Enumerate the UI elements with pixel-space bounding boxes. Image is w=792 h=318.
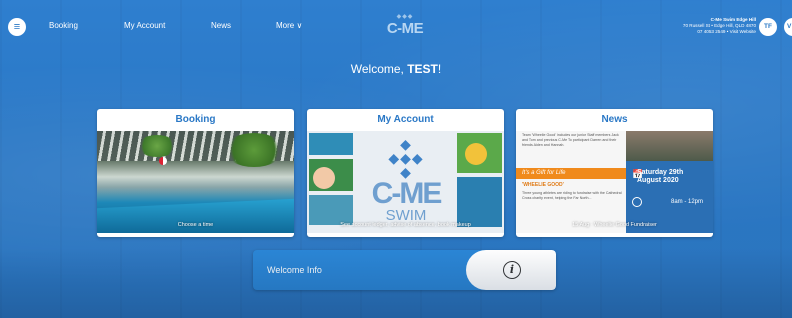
nav-my-account[interactable]: My Account [124, 21, 165, 30]
booking-card-caption: Choose a time [177, 222, 214, 228]
news-image: Team 'Wheelie Good' includes our junior … [516, 131, 713, 233]
flyer-heading: 'WHEELIE GOOD' [522, 182, 564, 188]
news-card-caption: 15 Aug · Wheelie Good Fundraiser [572, 222, 657, 228]
nav-booking[interactable]: Booking [49, 21, 78, 30]
nav-more[interactable]: More ∨ [276, 21, 302, 30]
flyer-banner: It's a Gift for Life [516, 168, 626, 179]
my-account-card[interactable]: My Account ◆ ◆◆◆ ◆ C-ME SWIM See account l… [307, 109, 504, 237]
booking-card[interactable]: Booking Choose a time [97, 109, 294, 237]
news-card-title: News [601, 114, 628, 125]
cme-logo: ◆ ◆◆◆ ◆ C-ME SWIM [371, 136, 443, 224]
hamburger-icon[interactable]: ≡ [8, 18, 26, 36]
cyclists-photo [626, 131, 713, 161]
welcome-message: Welcome, TEST! [350, 62, 442, 76]
flyer-date: Saturday 29th August 2020 [637, 169, 684, 184]
welcome-info-panel[interactable]: Welcome Info i [253, 250, 556, 290]
flyer-body: Three young athletes are riding to fundr… [522, 191, 622, 200]
user-avatar[interactable]: TF [759, 18, 777, 36]
flyer-intro: Team 'Wheelie Good' includes our junior … [522, 133, 619, 147]
my-account-image: ◆ ◆◆◆ ◆ C-ME SWIM See account ledger, advi… [307, 131, 504, 233]
school-info: C-Me Swim Edge Hill 70 Russell St • Edge… [683, 17, 756, 35]
flag-icon [159, 157, 167, 165]
my-account-card-caption: See account ledger, advise of absence, b… [340, 222, 471, 228]
welcome-info-label: Welcome Info [267, 265, 322, 275]
welcome-info-icon-pane[interactable]: i [466, 250, 556, 290]
second-avatar[interactable]: V [784, 18, 792, 36]
news-card[interactable]: News Team 'Wheelie Good' includes our ju… [516, 109, 713, 237]
clock-icon [632, 197, 642, 207]
booking-image: Choose a time [97, 131, 294, 233]
user-name: TEST [407, 62, 438, 76]
logo[interactable]: ◆◆◆ C-ME [385, 14, 425, 44]
top-navbar: ≡ Booking My Account News More ∨ ◆◆◆ C-M… [0, 0, 792, 52]
nav-news[interactable]: News [211, 21, 231, 30]
info-icon[interactable]: i [503, 261, 521, 279]
my-account-card-title: My Account [377, 114, 434, 125]
booking-card-title: Booking [175, 114, 216, 125]
logo-text: C-ME [386, 20, 424, 37]
school-contact[interactable]: 07 4053 2549 • Visit Website [683, 29, 756, 35]
child-photo [313, 167, 335, 189]
flyer-time: 8am - 12pm [670, 199, 703, 205]
swimmer-photo [465, 143, 487, 165]
